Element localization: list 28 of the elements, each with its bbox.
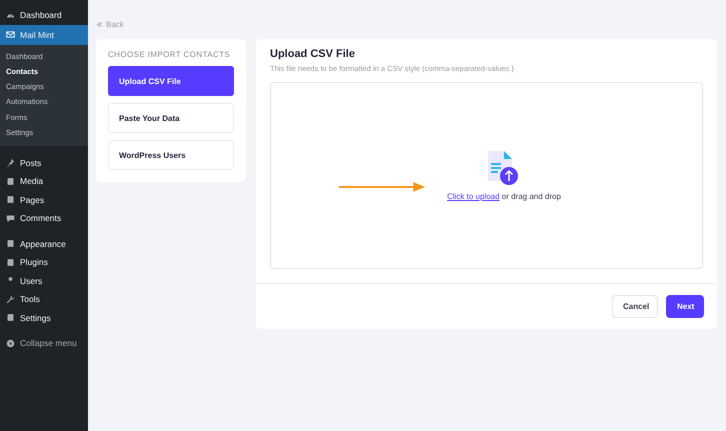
cancel-button[interactable]: Cancel (612, 295, 658, 318)
menu-item[interactable]: Mail Mint (0, 24, 88, 44)
menu-item[interactable]: Dashboard (0, 6, 88, 24)
upload-link[interactable]: Click to upload (447, 192, 500, 201)
menu-item[interactable]: Tools (0, 290, 88, 308)
next-button[interactable]: Next (666, 295, 704, 318)
drop-zone[interactable]: Click to upload or drag and drop (270, 82, 703, 269)
import-option[interactable]: Paste Your Data (108, 103, 234, 133)
menu-item[interactable]: Posts (0, 153, 88, 172)
menu-item[interactable]: Plugins (0, 252, 88, 272)
import-option[interactable]: WordPress Users (108, 140, 234, 170)
pin-icon (6, 158, 15, 168)
menu-item[interactable]: Media (0, 172, 88, 190)
envelope-icon (6, 30, 15, 39)
menu-item[interactable]: Settings (0, 308, 88, 327)
double-chevron-icon (96, 20, 103, 28)
import-option[interactable]: Upload CSV File (108, 66, 234, 96)
section-heading: CHOOSE IMPORT CONTACTS (108, 50, 232, 59)
menu-item[interactable]: Appearance (0, 234, 88, 253)
collapse-menu-button[interactable]: Collapse menu (0, 334, 88, 352)
card-title: Upload CSV File (269, 47, 356, 60)
menu-item[interactable]: Users (0, 271, 88, 290)
collapse-icon (6, 338, 15, 348)
menu-item[interactable]: Comments (0, 208, 88, 228)
wrench-icon (6, 294, 15, 304)
comment-bubble-icon (6, 214, 15, 223)
upload-prompt: Click to upload or drag and drop (447, 192, 561, 201)
menu-item[interactable]: Pages (0, 190, 88, 209)
